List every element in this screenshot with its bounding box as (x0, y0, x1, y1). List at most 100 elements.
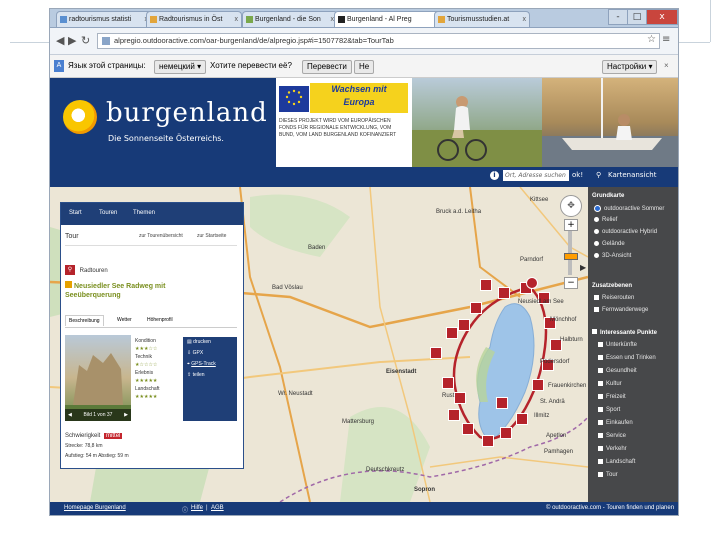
browser-window: radtourismus statisti x Radtourismus in … (49, 8, 679, 516)
next-image-icon[interactable]: ▶ (124, 409, 128, 421)
burgenland-logo[interactable]: burgenland Die Sonnenseite Österreichs. (50, 78, 276, 167)
checkbox-icon (598, 368, 603, 373)
checkbox-icon (598, 381, 603, 386)
poi-option[interactable]: Verkehr (598, 446, 627, 452)
tab-radtourismus-oest[interactable]: Radtourismus in Öst x (146, 11, 242, 27)
poi-option[interactable]: Tour (598, 472, 618, 478)
imprint-link[interactable]: AGB (211, 505, 224, 511)
help-link[interactable]: Hilfe (191, 505, 203, 511)
tab-beschreibung[interactable]: Beschreibung (65, 315, 104, 326)
poi-option[interactable]: Gesundheit (598, 368, 637, 374)
gps-track-action[interactable]: ⌖ GPS-Track (187, 359, 237, 370)
map-view-link[interactable]: Kartenansicht (608, 171, 656, 179)
poi-option[interactable]: Service (598, 433, 626, 439)
translate-button[interactable]: Перевести (302, 60, 352, 74)
image-nav: ◀ Bild 1 von 37 ▶ (65, 409, 131, 421)
print-action[interactable]: ▤ drucken (187, 337, 237, 348)
maximize-button[interactable]: □ (627, 9, 647, 25)
base-map-option[interactable]: Relief (594, 217, 617, 223)
homepage-link[interactable]: Homepage Burgenland (64, 505, 126, 511)
reload-icon[interactable]: ↻ (81, 34, 90, 47)
zoom-slider-handle[interactable] (564, 253, 578, 260)
tab-close-icon[interactable]: x (523, 12, 527, 27)
nav-touren[interactable]: Touren (99, 210, 117, 216)
close-window-button[interactable]: x (646, 9, 678, 25)
base-map-option[interactable]: Gelände (594, 241, 625, 247)
poi-option[interactable]: Freizeit (598, 394, 626, 400)
pan-control-icon[interactable]: ✥ (560, 195, 582, 217)
scroll-right-arrow-icon[interactable]: ▶ (580, 263, 586, 272)
map-marker-icon[interactable] (532, 379, 544, 391)
copyright-text: © outdooractive.com - Touren finden und … (546, 505, 675, 511)
base-map-option[interactable]: outdooractive Hybrid (594, 229, 657, 235)
zoom-in-icon[interactable]: + (564, 219, 578, 231)
map-marker-icon[interactable] (516, 413, 528, 425)
poi-option[interactable]: Landschaft (598, 459, 635, 465)
language-select[interactable]: немецкий ▾ (154, 60, 207, 74)
poi-option[interactable]: Kultur (598, 381, 622, 387)
prev-image-icon[interactable]: ◀ (68, 409, 72, 421)
close-translate-icon[interactable]: × (664, 60, 669, 72)
panel-nav: Start Touren Themen (61, 203, 243, 225)
map-marker-icon[interactable] (430, 347, 442, 359)
map-layers-icon[interactable]: ⚲ (596, 171, 601, 179)
map-label: Baden (308, 245, 326, 251)
map-label: Rust (442, 393, 455, 399)
map-marker-icon[interactable] (470, 302, 482, 314)
checkbox-icon[interactable] (592, 329, 597, 334)
map-marker-icon[interactable] (526, 277, 538, 289)
extras-option[interactable]: Reiserouten (594, 295, 634, 301)
minimize-button[interactable]: - (608, 9, 628, 25)
star-icon[interactable]: ☆ (647, 34, 656, 45)
zoom-control: ✥ + − (558, 195, 582, 295)
info-icon[interactable]: i (490, 171, 499, 180)
overview-link[interactable]: zur Tourenübersicht (139, 233, 183, 239)
page-icon (102, 37, 110, 45)
map-marker-icon[interactable] (462, 423, 474, 435)
tab-close-icon[interactable]: x (235, 12, 239, 27)
brand-tagline: Die Sonnenseite Österreichs. (108, 134, 224, 143)
poi-option[interactable]: Sport (598, 407, 620, 413)
tab-burgenland-alpregio[interactable]: Burgenland - Al Preg x (334, 11, 442, 27)
start-link[interactable]: zur Startseite (197, 233, 226, 239)
tour-photo[interactable]: ◀ Bild 1 von 37 ▶ (65, 335, 131, 421)
nav-themen[interactable]: Themen (133, 210, 155, 216)
map-marker-icon[interactable] (446, 327, 458, 339)
map-marker-icon[interactable] (496, 397, 508, 409)
nav-start[interactable]: Start (69, 210, 82, 216)
wrench-icon[interactable]: ≡ (662, 34, 670, 45)
gpx-action[interactable]: ⇩ GPX (187, 348, 237, 359)
download-icon: ⇩ (187, 350, 192, 356)
tab-wetter[interactable]: Wetter (117, 317, 132, 323)
settings-button[interactable]: Настройки ▾ (602, 60, 658, 74)
map-label: Eisenstadt (386, 369, 417, 375)
zoom-out-icon[interactable]: − (564, 277, 578, 289)
map-marker-icon[interactable] (480, 279, 492, 291)
tab-hoehenprofil[interactable]: Höhenprofil (147, 317, 173, 323)
location-search-input[interactable]: Ort, Adresse suchen (503, 170, 569, 181)
forward-arrow-icon[interactable]: ▶ (68, 34, 76, 47)
poi-option[interactable]: Einkaufen (598, 420, 633, 426)
map-marker-icon[interactable] (482, 435, 494, 447)
back-arrow-icon[interactable]: ◀ (56, 34, 64, 47)
map-marker-icon[interactable] (442, 377, 454, 389)
search-ok-button[interactable]: ok! (572, 171, 583, 179)
tab-tourismusstudien[interactable]: Tourismusstudien.at x (434, 11, 530, 27)
url-input[interactable]: alpregio.outdooractive.com/oar-burgenlan… (97, 33, 660, 49)
poi-option[interactable]: Unterkünfte (598, 342, 637, 348)
map-marker-icon[interactable] (454, 392, 466, 404)
extras-option[interactable]: Fernwanderwege (594, 307, 648, 313)
map-marker-icon[interactable] (500, 427, 512, 439)
map-marker-icon[interactable] (498, 287, 510, 299)
poi-option[interactable]: Essen und Trinken (598, 355, 656, 361)
map-marker-icon[interactable] (448, 409, 460, 421)
tab-burgenland-son[interactable]: Burgenland - die Son x (242, 11, 338, 27)
share-action[interactable]: ⇪ teilen (187, 370, 237, 381)
help-icon[interactable]: ⓘ (182, 505, 188, 514)
map-marker-icon[interactable] (458, 319, 470, 331)
base-map-option[interactable]: outdooractive Sommer (594, 205, 664, 212)
tab-radtourismus[interactable]: radtourismus statisti x (56, 11, 152, 27)
gps-icon: ⌖ (187, 361, 190, 367)
no-button[interactable]: Не (354, 60, 375, 74)
base-map-option[interactable]: 3D-Ansicht (594, 253, 631, 259)
